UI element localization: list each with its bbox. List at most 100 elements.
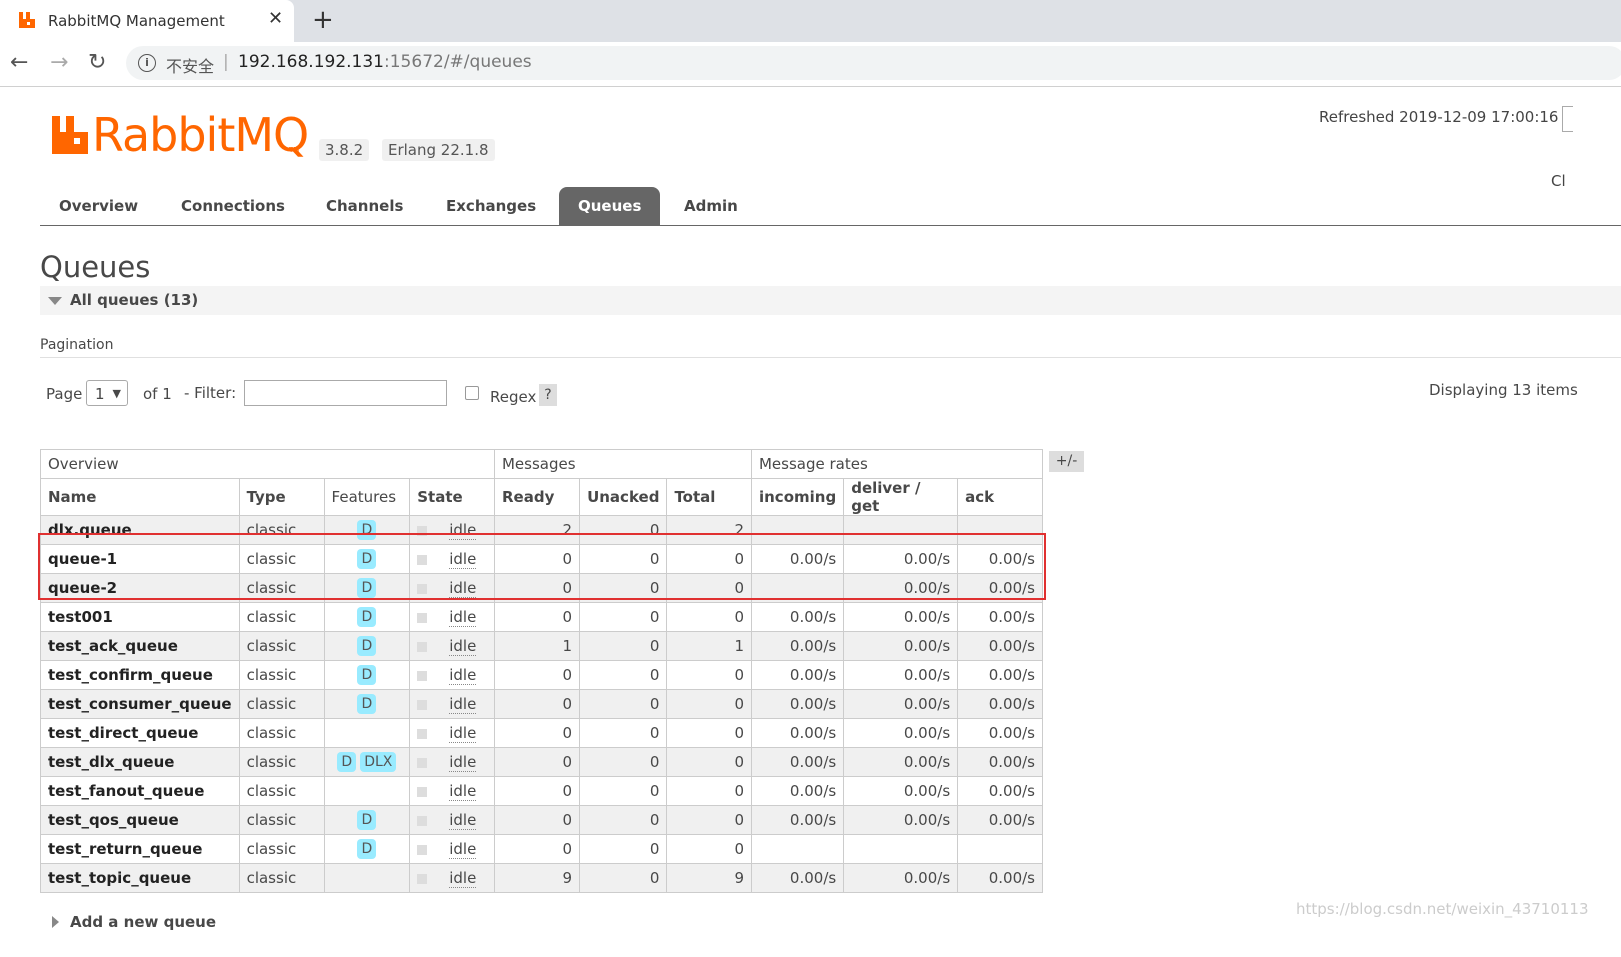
total-count: 9	[734, 869, 744, 887]
table-row[interactable]: test_confirm_queue classic Didle 0 0 0 0.00/s 0…	[40, 660, 1043, 690]
table-row[interactable]: test_qos_queue classic Didle 0 0 0 0.00/s 0.00/…	[40, 805, 1043, 835]
incoming-rate: 0.00/s	[789, 637, 837, 655]
queue-type-cell: classic	[238, 747, 325, 777]
queue-state: idle	[449, 608, 477, 627]
tab-exchanges[interactable]: Exchanges	[427, 187, 555, 225]
ready-count-cell: 0	[493, 718, 581, 748]
state-indicator-icon	[417, 873, 428, 884]
deliver-get-rate-cell: 0.00/s	[843, 747, 959, 777]
queue-type-cell: classic	[238, 689, 325, 719]
tab-overview[interactable]: Overview	[40, 187, 157, 225]
queue-name-link[interactable]: test_topic_queue	[48, 869, 191, 887]
total-count-cell: 0	[666, 602, 752, 632]
col-header-state[interactable]: State	[409, 478, 495, 516]
ack-rate: 0.00/s	[988, 608, 1035, 626]
all-queues-section-header[interactable]: All queues (13)	[40, 286, 1621, 315]
table-row[interactable]: test_ack_queue classic Didle 1 0 1 0.00/s 0.00/…	[40, 631, 1043, 661]
ready-count: 0	[562, 666, 573, 684]
col-header-ready[interactable]: Ready	[493, 478, 581, 516]
col-header-unacked[interactable]: Unacked	[579, 478, 668, 516]
info-icon[interactable]: i	[138, 54, 156, 72]
incoming-rate: 0.00/s	[789, 608, 837, 626]
queue-name-link[interactable]: test_direct_queue	[48, 724, 198, 742]
back-icon[interactable]: ←	[10, 50, 28, 75]
queue-name-link[interactable]: test_confirm_queue	[48, 666, 213, 684]
total-count: 0	[734, 695, 744, 713]
browser-tab[interactable]: RabbitMQ Management ✕	[0, 0, 294, 42]
regex-help-button[interactable]: ?	[539, 384, 557, 406]
address-bar[interactable]: i 不安全 | 192.168.192.131:15672/#/queues	[126, 46, 1621, 80]
table-row[interactable]: test_topic_queue classic idle 9 0 9 0.00/s 0.00…	[40, 863, 1043, 893]
filter-input[interactable]	[244, 380, 447, 406]
forward-icon[interactable]: →	[50, 50, 68, 75]
regex-checkbox[interactable]	[465, 386, 479, 400]
col-header-ack[interactable]: ack	[957, 478, 1043, 516]
state-indicator-icon	[417, 757, 428, 768]
deliver-get-rate-cell	[843, 834, 959, 864]
table-row[interactable]: test_direct_queue classic idle 0 0 0 0.00/s 0.0…	[40, 718, 1043, 748]
feature-badge: D	[357, 636, 377, 656]
browser-toolbar: ← → ↻ i 不安全 | 192.168.192.131:15672/#/qu…	[0, 42, 1621, 87]
unacked-count-cell: 0	[579, 805, 668, 835]
column-toggle-button[interactable]: +/-	[1049, 451, 1084, 472]
queue-name-link[interactable]: test_qos_queue	[48, 811, 179, 829]
queue-name-link[interactable]: test_fanout_queue	[48, 782, 204, 800]
table-row[interactable]: test_consumer_queue classic Didle 0 0 0 0.00/s…	[40, 689, 1043, 719]
queue-type-cell: classic	[238, 718, 325, 748]
reload-icon[interactable]: ↻	[88, 50, 106, 75]
unacked-count-cell: 0	[579, 689, 668, 719]
ready-count: 0	[562, 753, 573, 771]
new-tab-icon[interactable]: +	[312, 5, 334, 35]
col-header-incoming[interactable]: incoming	[750, 478, 845, 516]
queue-name-link-cell: test_ack_queue	[40, 631, 240, 661]
queue-name-link-cell: test_qos_queue	[40, 805, 240, 835]
page-select[interactable]: 1 ▼	[86, 380, 128, 406]
incoming-rate: 0.00/s	[789, 724, 837, 742]
col-header-total[interactable]: Total	[666, 478, 752, 516]
table-row[interactable]: test_dlx_queue classic D DLX idle 0 0 0 0.00/s 0.…	[40, 747, 1043, 777]
table-row[interactable]: test_return_queue classic Didle 0 0 0	[40, 834, 1043, 864]
queue-name-link-cell: test_consumer_queue	[40, 689, 240, 719]
queue-state-cell: idle	[409, 660, 495, 690]
tab-connections[interactable]: Connections	[162, 187, 304, 225]
ready-count: 0	[562, 608, 573, 626]
col-header-name[interactable]: Name	[40, 478, 240, 516]
queue-type-cell: classic	[238, 805, 325, 835]
queue-state-cell: idle	[409, 805, 495, 835]
unacked-count: 0	[649, 666, 660, 684]
state-indicator-icon	[417, 815, 428, 826]
queue-state: idle	[449, 753, 477, 772]
ready-count: 0	[562, 695, 573, 713]
ready-count-cell: 0	[493, 660, 581, 690]
col-header-features[interactable]: Features	[323, 478, 411, 516]
col-header-deliver-get[interactable]: deliver / get	[843, 478, 959, 516]
queue-type: classic	[246, 695, 297, 713]
col-header-type[interactable]: Type	[238, 478, 325, 516]
table-row[interactable]: test001 classic Didle 0 0 0 0.00/s 0.00/s 0.00/s	[40, 602, 1043, 632]
displaying-count: Displaying 13 items	[1429, 381, 1578, 399]
highlight-box	[38, 533, 1046, 600]
queue-name-link[interactable]: test_return_queue	[48, 840, 202, 858]
main-nav: Overview Connections Channels Exchanges …	[40, 187, 1621, 226]
unacked-count: 0	[649, 840, 660, 858]
feature-badge: D	[357, 839, 377, 859]
queue-features-cell: D DLX	[323, 747, 411, 777]
refresh-select[interactable]	[1562, 106, 1573, 132]
queue-name-link[interactable]: test001	[48, 608, 113, 626]
add-queue-section[interactable]: Add a new queue	[70, 913, 216, 931]
queue-name-link[interactable]: test_ack_queue	[48, 637, 178, 655]
queue-state-cell: idle	[409, 631, 495, 661]
close-tab-icon[interactable]: ✕	[268, 8, 283, 29]
tab-channels[interactable]: Channels	[307, 187, 422, 225]
tab-queues[interactable]: Queues	[559, 187, 661, 225]
ack-rate-cell: 0.00/s	[957, 747, 1043, 777]
table-row[interactable]: test_fanout_queue classic idle 0 0 0 0.00/s 0.0…	[40, 776, 1043, 806]
queue-name-link[interactable]: test_dlx_queue	[48, 753, 174, 771]
queue-name-link[interactable]: test_consumer_queue	[48, 695, 232, 713]
total-count: 0	[734, 666, 744, 684]
queue-features-cell: D	[323, 660, 411, 690]
queue-name-link-cell: test_direct_queue	[40, 718, 240, 748]
collapse-triangle-icon[interactable]	[48, 297, 62, 305]
tab-admin[interactable]: Admin	[665, 187, 757, 225]
expand-triangle-icon[interactable]	[52, 916, 59, 928]
